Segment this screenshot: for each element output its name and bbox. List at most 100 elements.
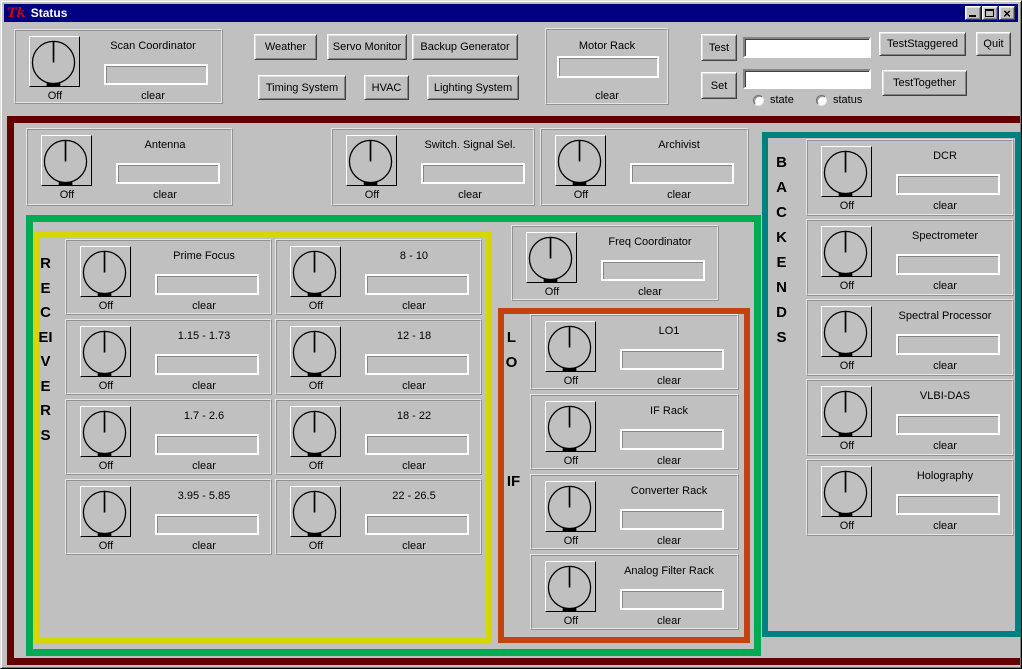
panel-title: Freq Coordinator (586, 236, 714, 248)
receiver-22-26.5-status-field[interactable] (365, 514, 469, 535)
receiver-18-22-dial[interactable] (290, 406, 341, 457)
receiver-3.95-5.85-dial[interactable] (80, 486, 131, 537)
dial-state-label: Off (277, 460, 355, 472)
converter-rack-dial[interactable] (545, 481, 596, 532)
test-button[interactable]: Test (701, 34, 737, 61)
analog-filter-rack-dial[interactable] (545, 561, 596, 612)
panel-title: LO1 (605, 325, 733, 337)
panel-if-rack: Off IF Rack clear (530, 394, 739, 470)
dial-state-label: Off (532, 615, 610, 627)
dial-state-label: Off (513, 286, 591, 298)
message-state-label: clear (140, 460, 268, 472)
backup-generator-button[interactable]: Backup Generator (412, 34, 518, 60)
holography-dial[interactable] (821, 466, 872, 517)
receiver-3.95-5.85-status-field[interactable] (155, 514, 259, 535)
quit-button[interactable]: Quit (976, 32, 1011, 56)
receiver-1.15-1.73-dial[interactable] (80, 326, 131, 377)
freq-coordinator-status-field[interactable] (601, 260, 705, 281)
status-radio[interactable]: status (816, 94, 862, 106)
test-staggered-button[interactable]: TestStaggered (879, 32, 966, 56)
dcr-status-field[interactable] (896, 174, 1000, 195)
antenna-status-field[interactable] (116, 163, 220, 184)
panel-title: Converter Rack (605, 485, 733, 497)
state-radio[interactable]: state (753, 94, 794, 106)
maximize-button[interactable] (982, 6, 998, 20)
panel-title: 18 - 22 (350, 410, 478, 422)
receiver-18-22-status-field[interactable] (365, 434, 469, 455)
panel-lo1: Off LO1 clear (530, 314, 739, 390)
dial-state-label: Off (532, 455, 610, 467)
receiver-22-26.5-dial[interactable] (290, 486, 341, 537)
panel-holography: Off Holography clear (806, 459, 1014, 536)
switch-signal-sel-status-field[interactable] (421, 163, 525, 184)
minimize-button[interactable] (965, 6, 981, 20)
message-state-label: clear (406, 189, 534, 201)
timing-system-button[interactable]: Timing System (258, 75, 346, 100)
panel-spectral-processor: Off Spectral Processor clear (806, 299, 1014, 376)
weather-button[interactable]: Weather (254, 34, 317, 60)
minimize-icon (969, 15, 976, 17)
receivers-group-label: RECEIVERS (38, 252, 53, 448)
dial-knob-icon (42, 136, 91, 185)
if-rack-dial[interactable] (545, 401, 596, 452)
spectrometer-status-field[interactable] (896, 254, 1000, 275)
status-radio-label: status (833, 94, 862, 106)
panel-title: Antenna (101, 139, 229, 151)
dial-state-label: Off (808, 200, 886, 212)
dcr-dial[interactable] (821, 146, 872, 197)
set-input[interactable] (743, 69, 871, 89)
vlbi-das-dial[interactable] (821, 386, 872, 437)
if-rack-status-field[interactable] (620, 429, 724, 450)
hvac-button[interactable]: HVAC (364, 75, 409, 100)
dial-knob-icon (546, 322, 595, 371)
panel-title: 8 - 10 (350, 250, 478, 262)
message-state-label: clear (881, 440, 1009, 452)
receiver-1.7-2.6-dial[interactable] (80, 406, 131, 457)
receiver-12-18-dial[interactable] (290, 326, 341, 377)
receiver-1.7-2.6-status-field[interactable] (155, 434, 259, 455)
receiver-12-18-status-field[interactable] (365, 354, 469, 375)
message-state-label: clear (350, 300, 478, 312)
receiver-8-10-status-field[interactable] (365, 274, 469, 295)
panel-scan-coordinator: Off Scan Coordinator clear (14, 29, 223, 104)
spectrometer-dial[interactable] (821, 226, 872, 277)
converter-rack-status-field[interactable] (620, 509, 724, 530)
archivist-dial[interactable] (555, 135, 606, 186)
spectral-processor-status-field[interactable] (896, 334, 1000, 355)
freq-coordinator-dial[interactable] (526, 232, 577, 283)
set-button[interactable]: Set (701, 72, 737, 99)
radio-circle-icon (753, 95, 764, 106)
antenna-dial[interactable] (41, 135, 92, 186)
archivist-status-field[interactable] (630, 163, 734, 184)
test-input[interactable] (743, 37, 871, 58)
scan-coordinator-status-field[interactable] (104, 64, 208, 85)
panel-receiver-1.15-1.73: Off 1.15 - 1.73 clear (65, 319, 272, 395)
panel-archivist: Off Archivist clear (540, 128, 749, 206)
close-button[interactable]: × (999, 6, 1015, 20)
panel-title: Motor Rack (547, 40, 667, 52)
holography-status-field[interactable] (896, 494, 1000, 515)
dial-state-label: Off (277, 380, 355, 392)
dial-knob-icon (291, 487, 340, 536)
scan-coordinator-dial[interactable] (29, 36, 80, 87)
switch-signal-sel-dial[interactable] (346, 135, 397, 186)
dial-state-label: Off (67, 460, 145, 472)
lo1-status-field[interactable] (620, 349, 724, 370)
lighting-system-button[interactable]: Lighting System (427, 75, 519, 100)
servo-monitor-button[interactable]: Servo Monitor (327, 34, 407, 60)
tk-logo-icon: Tk (7, 7, 26, 20)
receiver-prime-focus-status-field[interactable] (155, 274, 259, 295)
receiver-1.15-1.73-status-field[interactable] (155, 354, 259, 375)
backends-group-label: BACKENDS (774, 150, 789, 350)
dial-knob-icon (291, 327, 340, 376)
lo1-dial[interactable] (545, 321, 596, 372)
panel-title: 1.15 - 1.73 (140, 330, 268, 342)
window-titlebar[interactable]: Tk Status × (4, 4, 1018, 22)
receiver-8-10-dial[interactable] (290, 246, 341, 297)
receiver-prime-focus-dial[interactable] (80, 246, 131, 297)
vlbi-das-status-field[interactable] (896, 414, 1000, 435)
test-together-button[interactable]: TestTogether (882, 70, 967, 96)
spectral-processor-dial[interactable] (821, 306, 872, 357)
motor-rack-status-field[interactable] (557, 56, 659, 78)
analog-filter-rack-status-field[interactable] (620, 589, 724, 610)
